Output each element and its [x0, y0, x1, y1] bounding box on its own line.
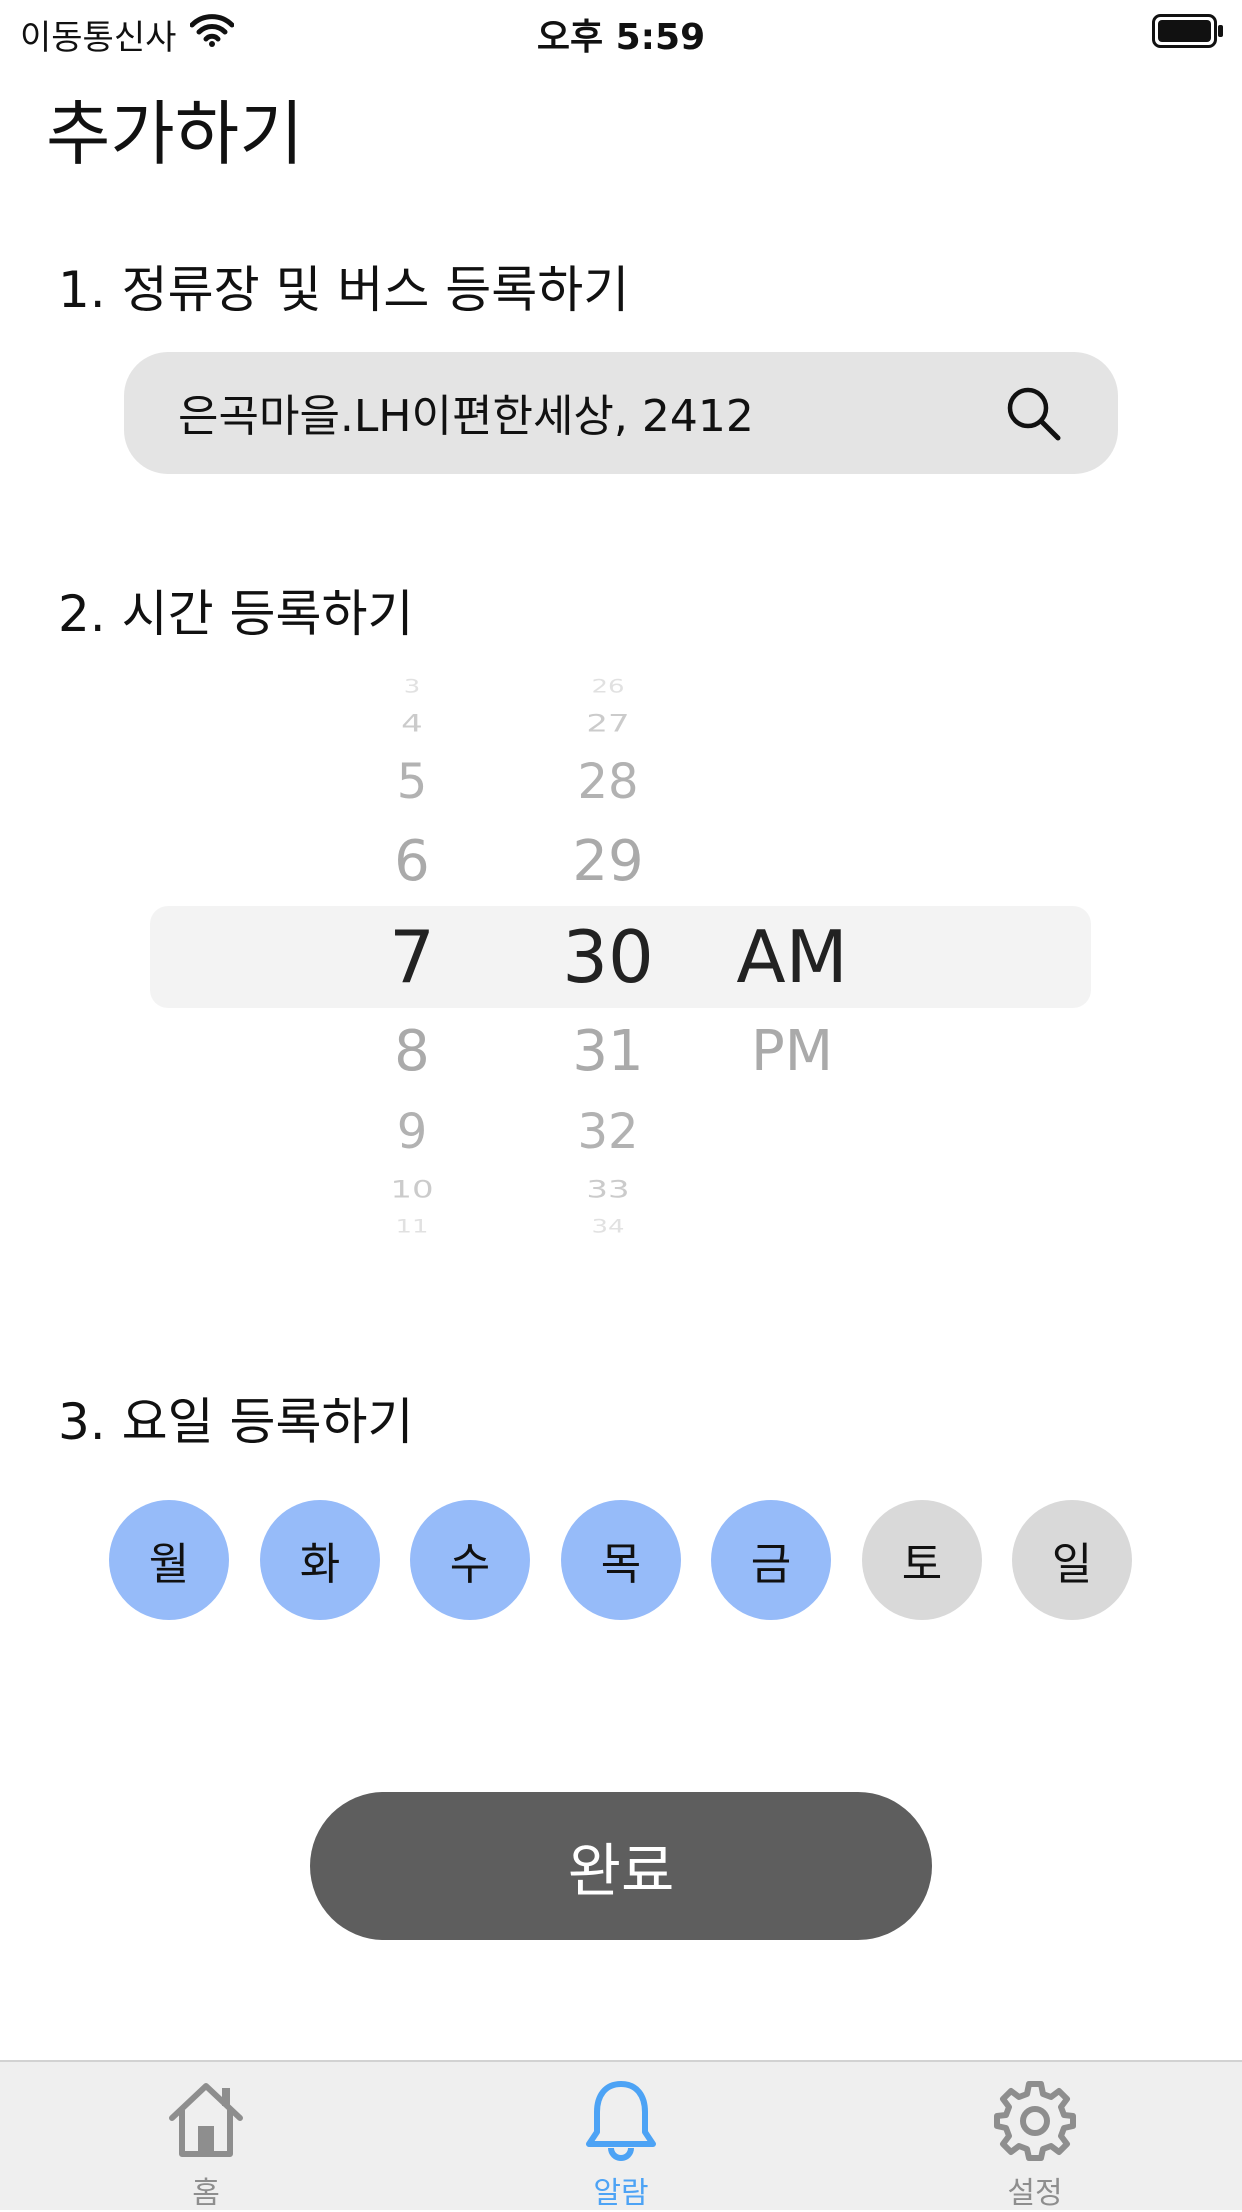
hour-option[interactable]: 5 — [352, 758, 472, 806]
section-title-time: 2. 시간 등록하기 — [58, 585, 414, 643]
day-button-6[interactable]: 일 — [1012, 1500, 1132, 1620]
section-title-days: 3. 요일 등록하기 — [58, 1393, 414, 1451]
hour-option[interactable]: 7 — [352, 921, 472, 993]
stop-bus-search-input[interactable] — [178, 386, 978, 437]
hour-option[interactable]: 3 — [352, 678, 472, 696]
ampm-option[interactable]: PM — [712, 1024, 872, 1080]
bell-icon — [586, 2081, 656, 2161]
tab-settings-label: 설정 — [1007, 2176, 1063, 2211]
day-button-1[interactable]: 화 — [260, 1500, 380, 1620]
tab-home-label: 홈 — [192, 2176, 220, 2211]
tab-settings[interactable]: 설정 — [935, 2062, 1135, 2211]
day-button-5[interactable]: 토 — [862, 1500, 982, 1620]
tab-home[interactable]: 홈 — [106, 2062, 306, 2211]
tab-alarm-label: 알람 — [593, 2176, 649, 2211]
minute-option[interactable]: 30 — [548, 921, 668, 993]
minute-option[interactable]: 31 — [548, 1024, 668, 1080]
ampm-option[interactable]: AM — [712, 921, 872, 993]
home-icon — [169, 2083, 243, 2157]
hour-option[interactable]: 4 — [352, 712, 472, 736]
minute-option[interactable]: 28 — [548, 758, 668, 806]
status-time: 오후 5:59 — [536, 17, 706, 58]
day-button-4[interactable]: 금 — [711, 1500, 831, 1620]
minute-option[interactable]: 29 — [548, 834, 668, 890]
minute-option[interactable]: 27 — [548, 712, 668, 736]
tab-bar: 홈 알람 설정 — [0, 2060, 1242, 2211]
hour-option[interactable]: 10 — [352, 1178, 472, 1202]
minute-option[interactable]: 34 — [548, 1218, 668, 1236]
page-title: 추가하기 — [46, 93, 304, 175]
search-icon[interactable] — [1004, 384, 1062, 442]
day-button-2[interactable]: 수 — [410, 1500, 530, 1620]
hour-option[interactable]: 8 — [352, 1024, 472, 1080]
battery-icon — [1152, 14, 1223, 48]
minute-option[interactable]: 33 — [548, 1178, 668, 1202]
tab-alarm[interactable]: 알람 — [521, 2062, 721, 2211]
stop-bus-search-field[interactable] — [124, 352, 1118, 474]
day-button-0[interactable]: 월 — [109, 1500, 229, 1620]
hour-option[interactable]: 9 — [352, 1108, 472, 1156]
done-button[interactable]: 완료 — [310, 1792, 932, 1940]
section-title-stop-bus: 1. 정류장 및 버스 등록하기 — [58, 261, 630, 319]
hour-option[interactable]: 6 — [352, 834, 472, 890]
gear-icon — [994, 2081, 1076, 2161]
minute-option[interactable]: 26 — [548, 678, 668, 696]
day-button-3[interactable]: 목 — [561, 1500, 681, 1620]
hour-option[interactable]: 11 — [352, 1218, 472, 1236]
minute-option[interactable]: 32 — [548, 1108, 668, 1156]
